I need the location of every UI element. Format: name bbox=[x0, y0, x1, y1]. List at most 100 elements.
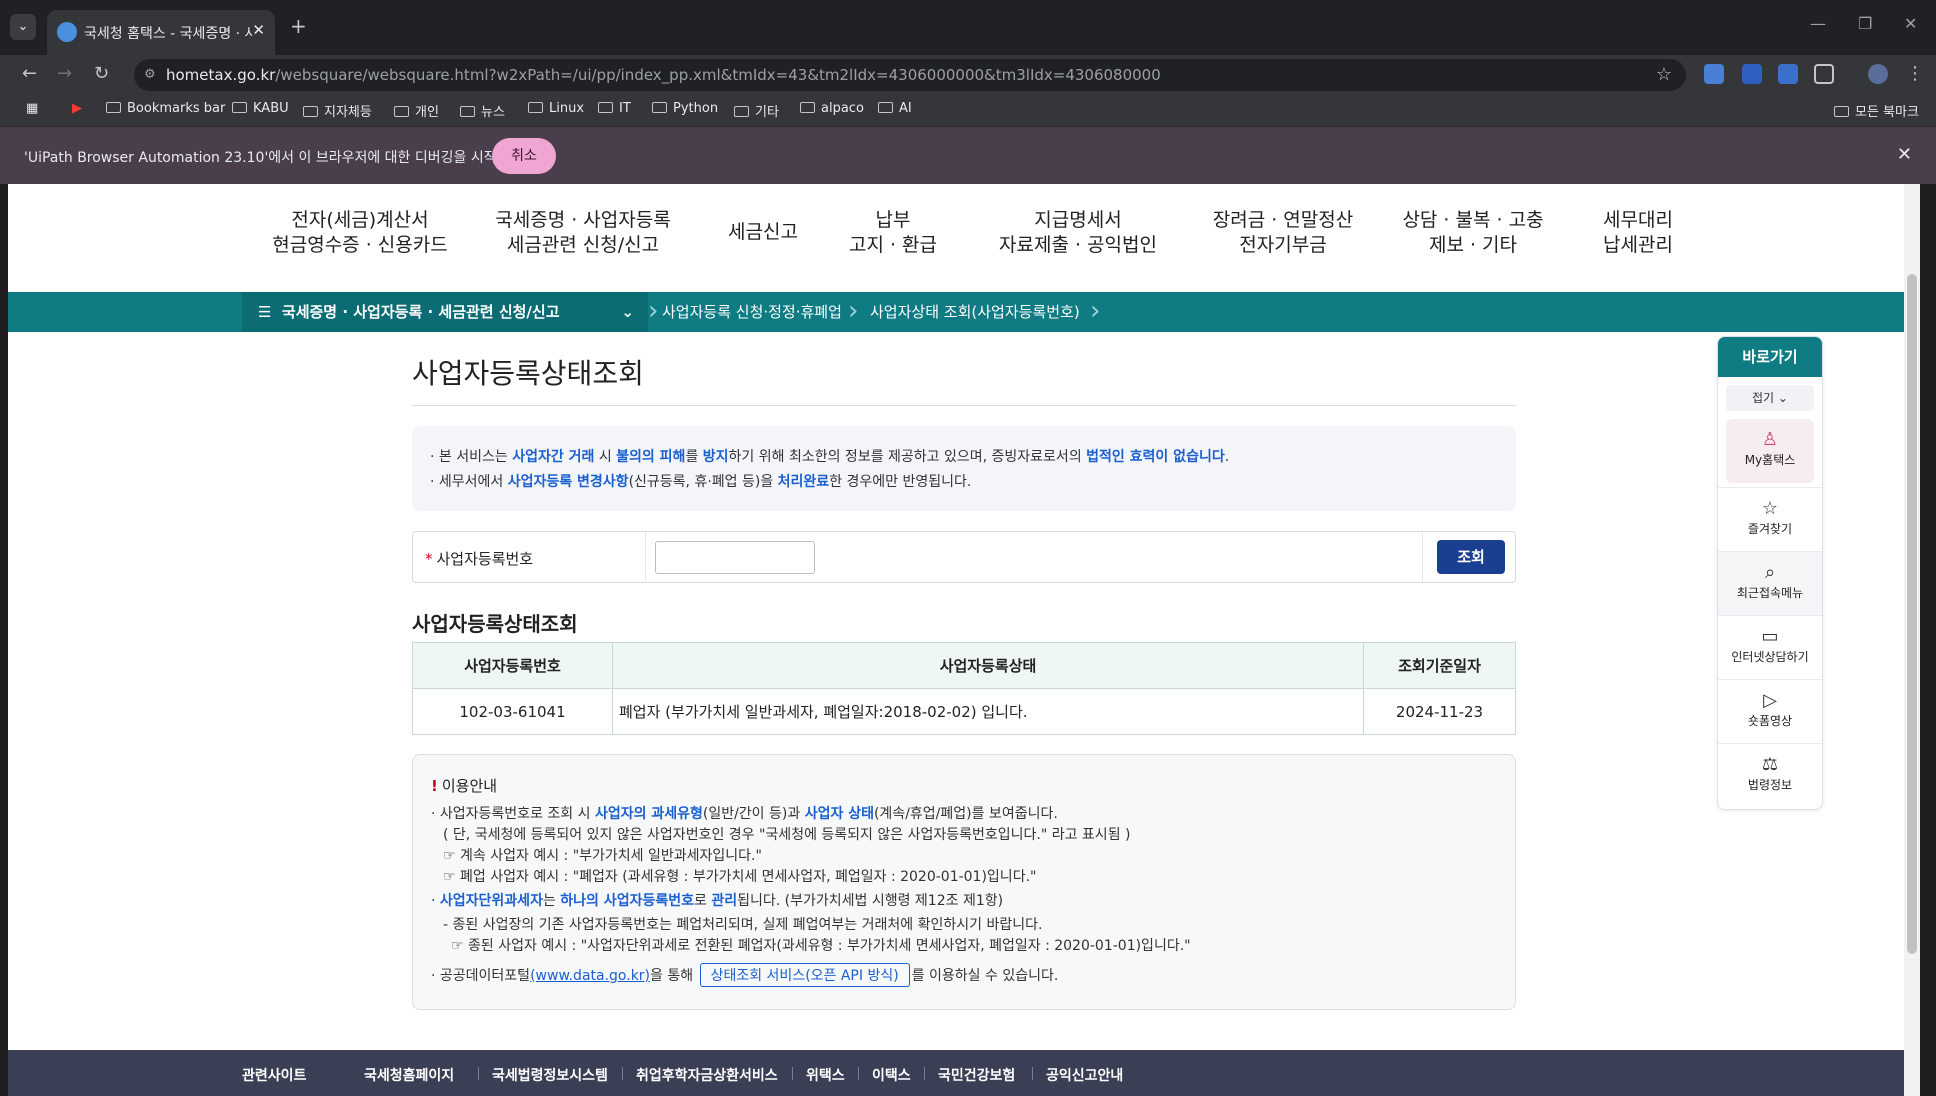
new-tab-button[interactable]: + bbox=[290, 14, 307, 38]
guide-line: · 공공데이터포털(www.data.go.kr)을 통해 상태조회 서비스(오… bbox=[431, 963, 1058, 987]
bookmark-item[interactable]: Linux bbox=[528, 101, 584, 116]
quick-menu-online-consult[interactable]: ▭ 인터넷상담하기 bbox=[1718, 615, 1822, 679]
bookmark-item[interactable]: 개인 bbox=[394, 101, 439, 120]
star-icon: ☆ bbox=[1761, 498, 1779, 519]
table-row: 102-03-61041 폐업자 (부가가치세 일반과세자, 폐업일자:2018… bbox=[412, 688, 1516, 735]
extension-uipath-icon[interactable] bbox=[1778, 64, 1798, 84]
gnb-menu-item[interactable]: 장려금 · 연말정산 전자기부금 bbox=[1188, 208, 1378, 258]
breadcrumb-level2[interactable]: 사업자등록 신청·정정·휴폐업 bbox=[662, 292, 842, 332]
quick-menu-fold-button[interactable]: 접기 ⌄ bbox=[1726, 385, 1814, 411]
browser-tab[interactable]: 국세청 홈택스 - 국세증명 · 사업 ✕ bbox=[47, 10, 275, 55]
bookmark-item[interactable]: 뉴스 bbox=[460, 101, 505, 120]
site-info-icon[interactable]: ⚙ bbox=[144, 59, 156, 91]
browser-toolbar: ← → ↻ ⚙ hometax.go.kr/websquare/websquar… bbox=[0, 55, 1936, 93]
quick-menu-favorites[interactable]: ☆ 즐겨찾기 bbox=[1718, 487, 1822, 551]
tab-close-icon[interactable]: ✕ bbox=[252, 21, 265, 39]
gnb-menu-item[interactable]: 납부 고지 · 환급 bbox=[838, 208, 948, 258]
search-form: * 사업자등록번호 조회 bbox=[412, 531, 1516, 583]
infobar-cancel-button[interactable]: 취소 bbox=[492, 138, 556, 174]
bookmark-item[interactable]: IT bbox=[598, 101, 631, 116]
guide-line: - 종된 사업장의 기존 사업자등록번호는 폐업처리되며, 실제 폐업여부는 거… bbox=[443, 917, 1043, 933]
bookmark-item[interactable]: 기타 bbox=[734, 101, 779, 120]
business-status-cell: 폐업자 (부가가치세 일반과세자, 폐업일자:2018-02-02) 입니다. bbox=[612, 688, 1364, 735]
guide-line: · 사업자단위과세자는 하나의 사업자등록번호로 관리됩니다. (부가가치세법 … bbox=[431, 893, 1004, 909]
extension-n-icon[interactable] bbox=[1742, 64, 1762, 84]
data-portal-link[interactable]: (www.data.go.kr) bbox=[530, 968, 650, 984]
breadcrumb-level3[interactable]: 사업자상태 조회(사업자등록번호) bbox=[870, 292, 1080, 332]
folder-icon bbox=[232, 102, 247, 113]
gnb-menu-item[interactable]: 세금신고 bbox=[708, 220, 818, 245]
bookmark-item[interactable]: Python bbox=[652, 101, 718, 116]
column-header: 조회기준일자 bbox=[1363, 642, 1516, 689]
title-divider bbox=[412, 405, 1516, 406]
footer-link[interactable]: 국민건강보험 bbox=[938, 1065, 1015, 1085]
guide-line: · 사업자등록번호로 조회 시 사업자의 과세유형(일반/간이 등)과 사업자 … bbox=[431, 806, 1058, 822]
minimize-icon[interactable]: — bbox=[1810, 14, 1826, 33]
bookmark-item[interactable]: 지자체등 bbox=[303, 101, 372, 120]
translate-extension-icon[interactable] bbox=[1704, 64, 1724, 84]
notice-line: · 본 서비스는 사업자간 거래 시 불의의 피해를 방지하기 위해 최소한의 … bbox=[430, 449, 1230, 465]
footer-separator bbox=[622, 1067, 623, 1080]
bookmark-item[interactable]: KABU bbox=[232, 101, 289, 116]
scrollbar-thumb[interactable] bbox=[1907, 274, 1917, 954]
url-host: hometax.go.kr bbox=[166, 66, 276, 84]
business-number-input[interactable] bbox=[655, 541, 815, 574]
bookmark-item[interactable]: Bookmarks bar bbox=[106, 101, 225, 116]
gnb-menu-item[interactable]: 전자(세금)계산서 현금영수증 · 신용카드 bbox=[260, 208, 460, 258]
column-header: 사업자등록번호 bbox=[412, 642, 613, 689]
footer-link[interactable]: 공익신고안내 bbox=[1046, 1065, 1123, 1085]
extensions-puzzle-icon[interactable] bbox=[1814, 64, 1834, 84]
footer-link[interactable]: 위택스 bbox=[806, 1065, 845, 1085]
footer-separator bbox=[478, 1067, 479, 1080]
breadcrumb-level1[interactable]: ☰ 국세증명 · 사업자등록 · 세금관련 신청/신고 ⌄ bbox=[242, 292, 648, 332]
page-title: 사업자등록상태조회 bbox=[412, 357, 644, 390]
apps-grid-icon[interactable]: ▦ bbox=[26, 101, 38, 116]
gnb-menu-item[interactable]: 세무대리 납세관리 bbox=[1568, 208, 1708, 258]
bookmark-item[interactable]: alpaco bbox=[800, 101, 864, 116]
forward-arrow-icon[interactable]: → bbox=[57, 63, 72, 84]
gnb-menu-item[interactable]: 상담 · 불복 · 고충 제보 · 기타 bbox=[1378, 208, 1568, 258]
address-bar[interactable]: ⚙ hometax.go.kr/websquare/websquare.html… bbox=[134, 59, 1686, 91]
infobar-close-icon[interactable]: ✕ bbox=[1897, 144, 1912, 165]
footer-link[interactable]: 국세청홈페이지 bbox=[364, 1065, 454, 1085]
all-bookmarks[interactable]: 모든 북마크 bbox=[1834, 101, 1919, 120]
recent-search-icon: ⌕ bbox=[1764, 562, 1776, 583]
open-api-button[interactable]: 상태조회 서비스(오픈 API 방식) bbox=[699, 963, 910, 987]
gavel-icon: ⚖ bbox=[1761, 754, 1779, 775]
quick-menu-my-hometax[interactable]: ♙ My홈택스 bbox=[1726, 419, 1814, 483]
gnb-menu-item[interactable]: 지급명세서 자료제출 · 공익법인 bbox=[978, 208, 1178, 258]
folder-icon bbox=[598, 102, 613, 113]
footer-title: 관련사이트 bbox=[242, 1068, 307, 1084]
tab-search-button[interactable]: ⌄ bbox=[10, 14, 36, 40]
breadcrumb-separator: › bbox=[848, 296, 859, 326]
browser-menu-icon[interactable]: ⋮ bbox=[1906, 63, 1924, 84]
footer-link[interactable]: 이택스 bbox=[872, 1065, 911, 1085]
footer-separator bbox=[1032, 1067, 1033, 1080]
youtube-icon[interactable]: ▶ bbox=[72, 101, 82, 116]
folder-icon bbox=[460, 106, 475, 117]
quick-menu-title: 바로가기 bbox=[1718, 337, 1822, 377]
form-divider bbox=[1422, 532, 1423, 582]
hamburger-icon: ☰ bbox=[258, 303, 272, 321]
back-arrow-icon[interactable]: ← bbox=[22, 63, 37, 84]
exclamation-icon: ! bbox=[431, 777, 438, 795]
footer-link[interactable]: 취업후학자금상환서비스 bbox=[636, 1065, 778, 1085]
service-notice: · 본 서비스는 사업자간 거래 시 불의의 피해를 방지하기 위해 최소한의 … bbox=[412, 426, 1516, 511]
restore-icon[interactable]: ❐ bbox=[1858, 14, 1872, 33]
bookmark-star-icon[interactable]: ☆ bbox=[1656, 59, 1672, 91]
footer-link[interactable]: 국세법령정보시스템 bbox=[492, 1065, 608, 1085]
query-date-cell: 2024-11-23 bbox=[1363, 688, 1516, 735]
web-page: 전자(세금)계산서 현금영수증 · 신용카드 국세증명 · 사업자등록 세금관련… bbox=[8, 184, 1920, 1096]
reload-icon[interactable]: ↻ bbox=[94, 63, 109, 84]
bookmark-item[interactable]: AI bbox=[878, 101, 912, 116]
quick-menu-law-info[interactable]: ⚖ 법령정보 bbox=[1718, 743, 1822, 807]
quick-menu-short-video[interactable]: ▷ 숏폼영상 bbox=[1718, 679, 1822, 743]
profile-avatar[interactable] bbox=[1868, 64, 1888, 84]
breadcrumb-separator: › bbox=[1090, 296, 1101, 326]
search-button[interactable]: 조회 bbox=[1437, 540, 1505, 574]
page-scrollbar[interactable] bbox=[1904, 184, 1920, 1096]
folder-icon bbox=[878, 102, 893, 113]
gnb-menu-item[interactable]: 국세증명 · 사업자등록 세금관련 신청/신고 bbox=[478, 208, 688, 258]
window-close-icon[interactable]: ✕ bbox=[1904, 14, 1917, 33]
quick-menu-recent[interactable]: ⌕ 최근접속메뉴 bbox=[1718, 551, 1822, 615]
